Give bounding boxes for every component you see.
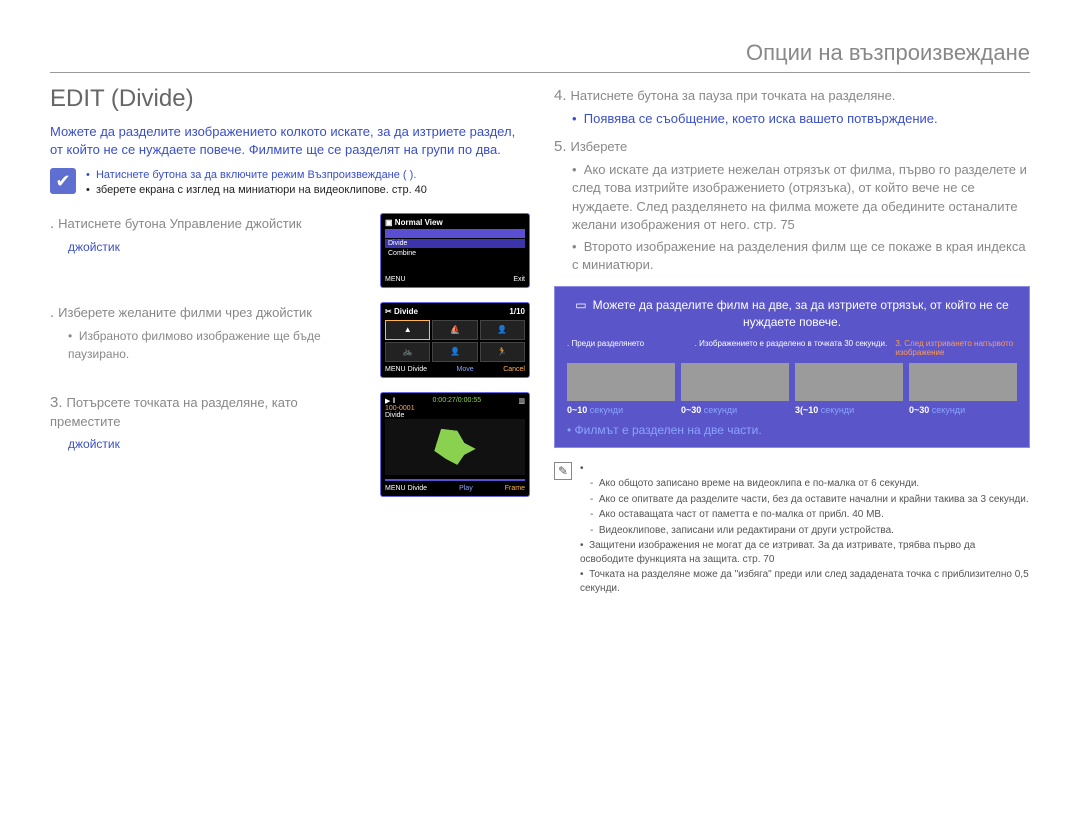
lcd3-frame: Frame: [505, 485, 525, 492]
step-5-num: 5.: [554, 136, 567, 157]
lcd2-move: Move: [457, 366, 474, 373]
thumb-5: 👤: [432, 342, 477, 362]
clip-box-4: [909, 363, 1017, 401]
step-5-b2: • Второто изображение на разделения филм…: [572, 238, 1030, 274]
lcd1-row-combine: Combine: [385, 249, 525, 258]
silhouette-icon: [432, 427, 478, 467]
clip-box-3: [795, 363, 903, 401]
step-1-extra: джойстик: [68, 238, 366, 256]
step-3-extra: джойстик: [68, 435, 366, 453]
step-2-text: Изберете желаните филми чрез джойстик: [58, 305, 312, 320]
right-column: 4. Натиснете бутона за пауза при точката …: [554, 85, 1030, 597]
pencil-icon: ✎: [554, 462, 572, 480]
thumb-6: 🏃: [480, 342, 525, 362]
film-icon: ▭: [575, 298, 586, 312]
step-1-row: . Натиснете бутона Управление джойстик дж…: [50, 213, 530, 288]
step-4-text: Натиснете бутона за пауза при точката на…: [571, 88, 896, 103]
intro-text: Можете да разделите изображението колкот…: [50, 123, 530, 158]
thumb-4: 🚲: [385, 342, 430, 362]
prereq-block: ✔ • Натиснете бутона за да включите режи…: [50, 168, 530, 199]
page-title: EDIT (Divide): [50, 85, 530, 113]
lcd2-scissors-icon: ✂: [385, 307, 392, 316]
lcd-screen-1: ▣ Normal View Divide Combine MENU Exit: [380, 213, 530, 288]
step-3-row: 3.Потърсете точката на разделяне, като п…: [50, 392, 530, 497]
page-header: Опции на възпроизвеждане: [50, 40, 1030, 73]
lcd-screen-3: ▶ ‖ 0:00:27/0:00:55 ▥ 100-0001 Divide ME…: [380, 392, 530, 497]
check-icon: ✔: [50, 168, 76, 194]
lcd1-exit: Exit: [513, 276, 525, 283]
example-foot: • Филмът е разделен на две части.: [567, 423, 1017, 437]
prereq-bullet-2: • зберете екрана с изглед на миниатюри н…: [86, 183, 427, 198]
lcd1-menu: MENU: [385, 276, 406, 283]
thumb-2: ⛵: [432, 320, 477, 340]
step-2-num: .: [50, 302, 54, 323]
lcd3-play-icon: ▶ ‖: [385, 397, 395, 405]
prereq-bullet-1: • Натиснете бутона за да включите режим …: [86, 168, 427, 183]
thumb-1: ▲: [385, 320, 430, 340]
thumb-3: 👤: [480, 320, 525, 340]
lcd3-label: Divide: [385, 412, 525, 419]
step-5-text: Изберете: [571, 139, 628, 154]
step-2-sub: • Избраното филмово изображение ще бъде …: [68, 327, 366, 363]
lcd3-time: 0:00:27/0:00:55: [432, 397, 481, 405]
step-3-text: Потърсете точката на разделяне, като пре…: [50, 395, 298, 429]
left-column: EDIT (Divide) Можете да разделите изобра…: [50, 85, 530, 597]
clip-box-2: [681, 363, 789, 401]
step-4-num: 4.: [554, 85, 567, 106]
step-1-text: Натиснете бутона Управление джойстик: [58, 216, 301, 231]
lcd3-clip: 100-0001: [385, 405, 525, 412]
step-2-row: . Изберете желаните филми чрез джойстик •…: [50, 302, 530, 378]
step-3-num: 3.: [50, 392, 63, 413]
lcd-screen-2: ✂ Divide 1/10 ▲ ⛵ 👤 🚲 👤 🏃 MENU Divide Mo…: [380, 302, 530, 378]
lcd3-play: Play: [459, 485, 473, 492]
step-1-num: .: [50, 213, 54, 234]
notes-block: ✎ • - Ако общото записано време на видео…: [554, 462, 1030, 598]
clip-box-1: [567, 363, 675, 401]
lcd3-battery-icon: ▥: [518, 397, 525, 405]
example-box: ▭Можете да разделите филм на две, за да …: [554, 286, 1030, 448]
lcd1-play-icon: ▣: [385, 218, 393, 227]
lcd2-cancel: Cancel: [503, 366, 525, 373]
lcd2-counter: 1/10: [509, 307, 525, 316]
example-head: ▭Можете да разделите филм на две, за да …: [567, 297, 1017, 331]
step-5-b1: • Ако искате да изтриете нежелан отрязък…: [572, 161, 1030, 234]
lcd1-row-blank: [385, 229, 525, 238]
step-4-sub: Появява се съобщение, което иска вашето …: [584, 111, 938, 126]
lcd1-row-divide: Divide: [385, 239, 525, 248]
